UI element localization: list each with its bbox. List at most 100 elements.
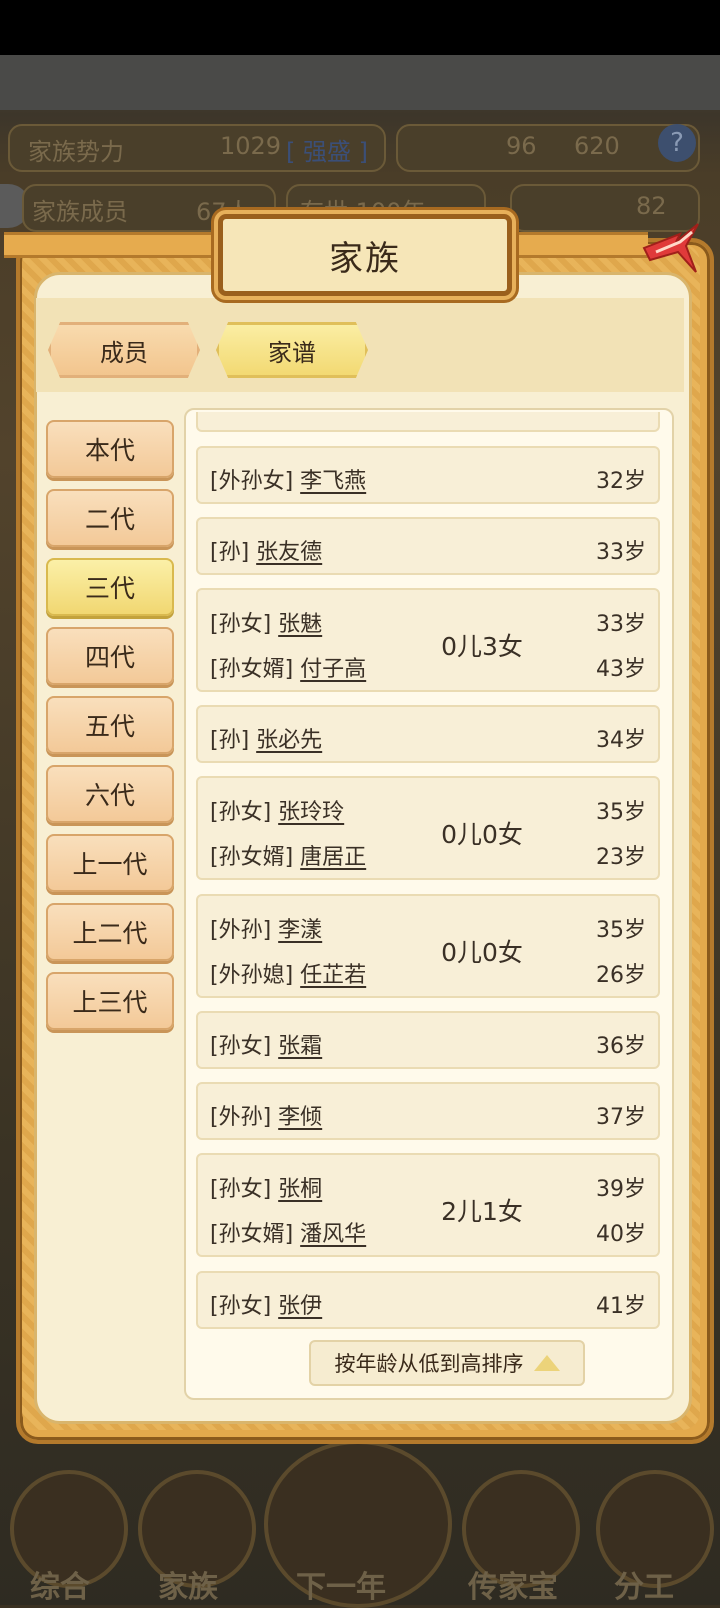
member-role: [孙女] [210, 1177, 272, 1202]
gen-button-5[interactable]: 五代 [46, 696, 174, 754]
spouse-role: [孙女婿] [210, 657, 294, 682]
gen-button-3[interactable]: 三代 [46, 558, 174, 616]
tab-genealogy[interactable]: 家谱 [216, 322, 368, 378]
close-icon [642, 223, 699, 273]
member-role: [孙女] [210, 1294, 272, 1319]
tab-members-label: 成员 [100, 338, 148, 367]
children-count: 0儿3女 [441, 632, 523, 661]
children-count: 0儿0女 [441, 820, 523, 849]
gen-label: 三代 [84, 574, 135, 603]
sort-ascending-icon [533, 1355, 560, 1371]
list-item[interactable]: [孙] 张友德 33岁 [196, 517, 660, 575]
list-item[interactable]: [孙女] 张霜 36岁 [196, 1011, 660, 1069]
modal-title: 家族 [329, 238, 401, 279]
help-icon[interactable]: ? [658, 124, 696, 162]
spouse-age: 40岁 [596, 1222, 646, 1247]
power-value: 1029 [220, 132, 282, 160]
member-name[interactable]: 张霜 [278, 1034, 322, 1059]
gen-label: 上一代 [72, 850, 148, 879]
member-name[interactable]: 张友德 [256, 540, 322, 565]
member-age: 35岁 [596, 918, 646, 943]
gen-label: 二代 [84, 505, 135, 534]
member-age: 37岁 [596, 1105, 646, 1130]
nav-heirloom-label[interactable]: 传家宝 [468, 1562, 558, 1606]
sort-button[interactable]: 按年龄从低到高排序 [309, 1340, 585, 1386]
power-tag: [ 强盛 ] [286, 138, 368, 166]
sort-label: 按年龄从低到高排序 [334, 1352, 524, 1376]
list-item[interactable]: [孙] 张必先 34岁 [196, 705, 660, 763]
member-role: [孙] [210, 540, 250, 565]
list-item[interactable]: [孙女] 张魅 33岁 [孙女婿] 付子高 43岁 0儿3女 [196, 588, 660, 692]
member-role: [外孙女] [210, 469, 294, 494]
gen-label: 上三代 [72, 988, 148, 1017]
member-name[interactable]: 张必先 [256, 728, 322, 753]
spouse-name[interactable]: 任芷若 [300, 963, 366, 988]
title-plate: 家族 [218, 214, 512, 296]
spouse-role: [孙女婿] [210, 1222, 294, 1247]
gen-button-up3[interactable]: 上三代 [46, 972, 174, 1030]
member-name[interactable]: 张玲玲 [278, 800, 344, 825]
member-role: [孙女] [210, 800, 272, 825]
close-button[interactable] [636, 212, 706, 282]
list-item[interactable]: [孙女] 张玲玲 35岁 [孙女婿] 唐居正 23岁 0儿0女 [196, 776, 660, 880]
list-item-partial [196, 412, 660, 432]
gen-button-1[interactable]: 本代 [46, 420, 174, 478]
member-age: 39岁 [596, 1177, 646, 1202]
member-age: 32岁 [596, 469, 646, 494]
gen-button-up2[interactable]: 上二代 [46, 903, 174, 961]
spouse-age: 26岁 [596, 963, 646, 988]
member-age: 35岁 [596, 800, 646, 825]
gen-button-up1[interactable]: 上一代 [46, 834, 174, 892]
list-item[interactable]: [外孙女] 李飞燕 32岁 [196, 446, 660, 504]
gen-label: 上二代 [72, 919, 148, 948]
members-label: 家族成员 [32, 198, 128, 226]
spouse-name[interactable]: 付子高 [300, 657, 366, 682]
list-item[interactable]: [外孙] 李倾 37岁 [196, 1082, 660, 1140]
background-top-bar [0, 55, 720, 110]
nav-next-year-label[interactable]: 下一年 [296, 1562, 386, 1606]
spouse-name[interactable]: 潘风华 [300, 1222, 366, 1247]
member-name[interactable]: 李倾 [278, 1105, 322, 1130]
member-role: [孙] [210, 728, 250, 753]
member-name[interactable]: 张伊 [278, 1294, 322, 1319]
member-role: [外孙] [210, 1105, 272, 1130]
gen-label: 五代 [84, 712, 135, 741]
spouse-role: [外孙媳] [210, 963, 294, 988]
member-age: 36岁 [596, 1034, 646, 1059]
list-item[interactable]: [孙女] 张伊 41岁 [196, 1271, 660, 1329]
coins-value: 96 [506, 132, 537, 160]
spouse-name[interactable]: 唐居正 [300, 845, 366, 870]
children-count: 0儿0女 [441, 938, 523, 967]
gen-button-2[interactable]: 二代 [46, 489, 174, 547]
tab-members[interactable]: 成员 [48, 322, 200, 378]
gen-button-4[interactable]: 四代 [46, 627, 174, 685]
list-item[interactable]: [孙女] 张桐 39岁 [孙女婿] 潘风华 40岁 2儿1女 [196, 1153, 660, 1257]
member-name[interactable]: 李飞燕 [300, 469, 366, 494]
member-age: 41岁 [596, 1294, 646, 1319]
spouse-role: [孙女婿] [210, 845, 294, 870]
power-label: 家族势力 [28, 138, 124, 166]
status-bar [0, 0, 720, 55]
gen-button-6[interactable]: 六代 [46, 765, 174, 823]
nav-general-label[interactable]: 综合 [30, 1562, 90, 1606]
member-age: 33岁 [596, 612, 646, 637]
member-name[interactable]: 张桐 [278, 1177, 322, 1202]
list-item[interactable]: [外孙] 李漾 35岁 [外孙媳] 任芷若 26岁 0儿0女 [196, 894, 660, 998]
nav-division-label[interactable]: 分工 [614, 1562, 674, 1606]
member-age: 34岁 [596, 728, 646, 753]
member-age: 33岁 [596, 540, 646, 565]
children-count: 2儿1女 [441, 1197, 523, 1226]
gen-label: 本代 [84, 436, 135, 465]
tab-genealogy-label: 家谱 [268, 338, 316, 367]
gen-label: 六代 [84, 781, 135, 810]
member-name[interactable]: 李漾 [278, 918, 322, 943]
member-name[interactable]: 张魅 [278, 612, 322, 637]
spouse-age: 23岁 [596, 845, 646, 870]
coins2-value: 620 [574, 132, 620, 160]
spouse-age: 43岁 [596, 657, 646, 682]
gen-label: 四代 [84, 643, 135, 672]
currency-box: 96 620 [396, 124, 700, 172]
nav-clan-label[interactable]: 家族 [158, 1562, 218, 1606]
member-role: [孙女] [210, 612, 272, 637]
member-role: [外孙] [210, 918, 272, 943]
